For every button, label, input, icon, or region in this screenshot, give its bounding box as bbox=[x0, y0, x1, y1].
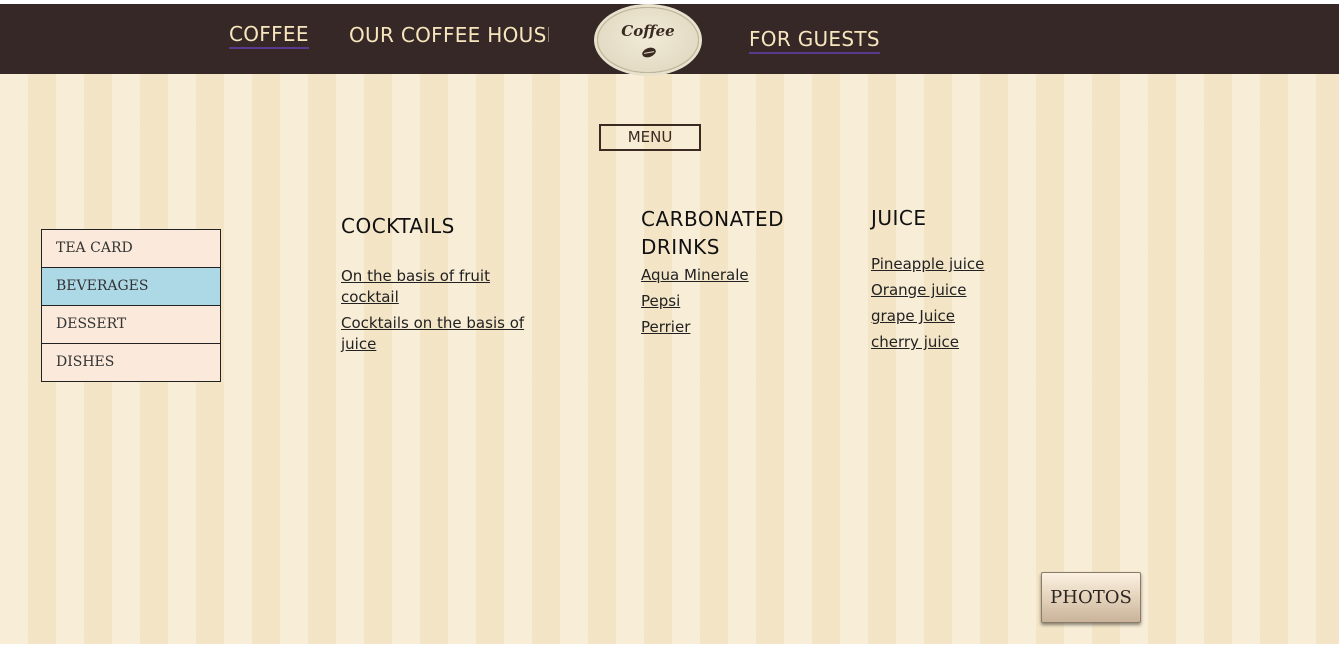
carbonated-drink-link[interactable]: Pepsi bbox=[641, 291, 811, 312]
cocktails-list: On the basis of fruit cocktail Cocktails… bbox=[341, 266, 551, 355]
carbonated-drink-link[interactable]: Aqua Minerale bbox=[641, 265, 811, 286]
sidebar-item-dishes[interactable]: DISHES bbox=[42, 344, 220, 382]
sidebar-item-beverages[interactable]: BEVERAGES bbox=[42, 268, 220, 306]
list-item: Pineapple juice bbox=[871, 254, 1031, 275]
cocktails-heading: COCKTAILS bbox=[341, 214, 455, 238]
list-item: Pepsi bbox=[641, 291, 811, 312]
cocktails-column: COCKTAILS On the basis of fruit cocktail… bbox=[341, 212, 551, 360]
nav-link-our-coffee-house-label: OUR COFFEE HOUSE bbox=[349, 23, 549, 47]
list-item: Perrier bbox=[641, 317, 811, 338]
nav-link-for-guests-label: FOR GUESTS bbox=[749, 27, 880, 51]
coffee-bean-icon bbox=[640, 45, 658, 60]
coffee-logo[interactable]: Coffee bbox=[597, 7, 699, 73]
nav-link-for-guests[interactable]: FOR GUESTS bbox=[749, 27, 880, 54]
menu-sidebar: TEA CARD BEVERAGES DESSERT DISHES bbox=[41, 229, 221, 382]
nav-link-coffee-label: COFFEE bbox=[229, 22, 309, 46]
juice-list: Pineapple juice Orange juice grape Juice… bbox=[871, 254, 1031, 353]
juice-link[interactable]: grape Juice bbox=[871, 306, 1031, 327]
carbonated-drink-link[interactable]: Perrier bbox=[641, 317, 811, 338]
menu-button[interactable]: MENU bbox=[599, 124, 701, 151]
juice-column: JUICE Pineapple juice Orange juice grape… bbox=[871, 204, 1031, 358]
list-item: On the basis of fruit cocktail bbox=[341, 266, 551, 308]
juice-link[interactable]: Pineapple juice bbox=[871, 254, 1031, 275]
nav-link-our-coffee-house[interactable]: OUR COFFEE HOUSE bbox=[349, 23, 549, 47]
list-item: Cocktails on the basis of juice bbox=[341, 313, 551, 355]
photos-button[interactable]: PHOTOS bbox=[1041, 572, 1141, 623]
list-item: grape Juice bbox=[871, 306, 1031, 327]
juice-heading: JUICE bbox=[871, 206, 927, 230]
carbonated-drinks-heading: CARBONATED DRINKS bbox=[641, 207, 784, 259]
page: COFFEE OUR COFFEE HOUSE Coffee FOR GUEST… bbox=[0, 4, 1339, 644]
list-item: Orange juice bbox=[871, 280, 1031, 301]
list-item: cherry juice bbox=[871, 332, 1031, 353]
sidebar-item-tea-card[interactable]: TEA CARD bbox=[42, 230, 220, 268]
cocktail-link[interactable]: On the basis of fruit cocktail bbox=[341, 266, 551, 308]
sidebar-item-dessert[interactable]: DESSERT bbox=[42, 306, 220, 344]
carbonated-drinks-column: CARBONATED DRINKS Aqua Minerale Pepsi Pe… bbox=[641, 205, 811, 343]
nav-link-coffee[interactable]: COFFEE bbox=[229, 22, 309, 49]
top-navigation-bar: COFFEE OUR COFFEE HOUSE Coffee FOR GUEST… bbox=[0, 4, 1339, 74]
carbonated-drinks-list: Aqua Minerale Pepsi Perrier bbox=[641, 265, 811, 338]
cocktail-link[interactable]: Cocktails on the basis of juice bbox=[341, 313, 551, 355]
list-item: Aqua Minerale bbox=[641, 265, 811, 286]
logo-text: Coffee bbox=[621, 22, 675, 40]
juice-link[interactable]: Orange juice bbox=[871, 280, 1031, 301]
juice-link[interactable]: cherry juice bbox=[871, 332, 1031, 353]
